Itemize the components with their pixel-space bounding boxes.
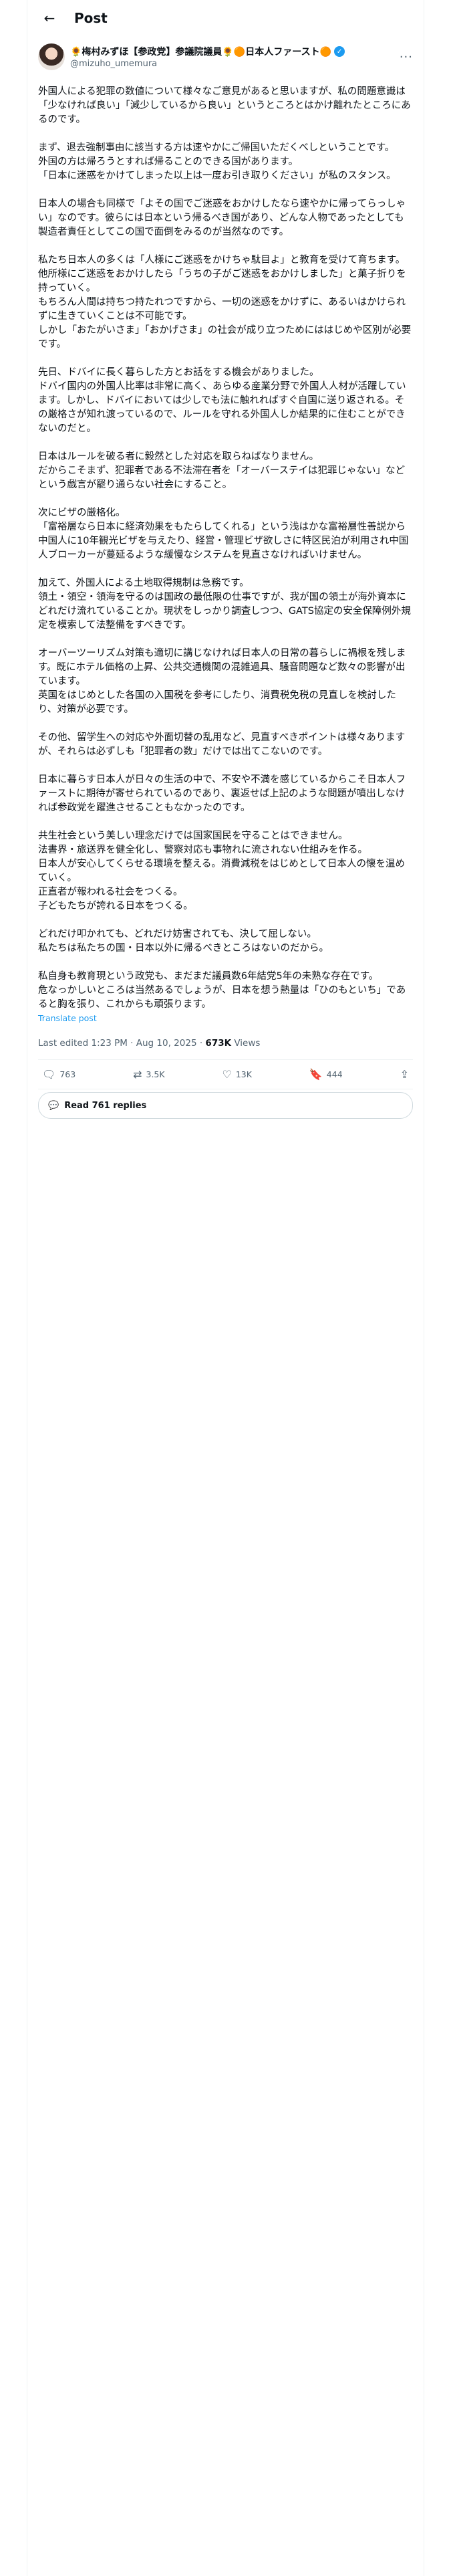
reply-icon: 🗨 bbox=[42, 1068, 56, 1081]
bookmark-count: 444 bbox=[326, 1069, 343, 1079]
bookmark-button[interactable]: 🔖 444 bbox=[309, 1068, 343, 1081]
post-text: 外国人による犯罪の数値について様々なご意見があると思いますが、私の問題意識は「少… bbox=[38, 86, 412, 1010]
post-timestamp[interactable]: Last edited 1:23 PM · Aug 10, 2025 · bbox=[38, 1038, 205, 1049]
repost-icon: ⇄ bbox=[133, 1068, 142, 1081]
verified-badge-icon: ✓ bbox=[334, 46, 345, 57]
read-replies-button[interactable]: 💬 Read 761 replies bbox=[38, 1092, 413, 1119]
page-title: Post bbox=[74, 9, 108, 26]
like-button[interactable]: ♡ 13K bbox=[222, 1068, 252, 1081]
top-bar: ← Post bbox=[27, 0, 424, 35]
display-name-row: 🌻梅村みずほ【参政党】参議院議員🌻🟠日本人ファースト🟠 ✓ bbox=[70, 45, 400, 58]
author-display-name[interactable]: 🌻梅村みずほ【参政党】参議院議員🌻🟠日本人ファースト🟠 bbox=[70, 45, 331, 58]
reply-count: 763 bbox=[59, 1069, 76, 1079]
repost-button[interactable]: ⇄ 3.5K bbox=[133, 1068, 164, 1081]
translate-post-link[interactable]: Translate post bbox=[27, 1012, 424, 1023]
reply-button[interactable]: 🗨 763 bbox=[42, 1068, 76, 1081]
author-row: 🌻梅村みずほ【参政党】参議院議員🌻🟠日本人ファースト🟠 ✓ @mizuho_um… bbox=[27, 35, 424, 76]
heart-icon: ♡ bbox=[222, 1068, 232, 1081]
back-button[interactable]: ← bbox=[38, 7, 61, 29]
avatar[interactable] bbox=[38, 43, 65, 70]
post-metadata: Last edited 1:23 PM · Aug 10, 2025 · 673… bbox=[27, 1023, 424, 1059]
views-label: Views bbox=[231, 1038, 261, 1049]
read-replies-label: Read 761 replies bbox=[64, 1100, 147, 1111]
more-options-icon[interactable]: ··· bbox=[400, 50, 413, 64]
like-count: 13K bbox=[235, 1069, 252, 1079]
share-button[interactable]: ⇪ bbox=[400, 1068, 409, 1081]
author-handle[interactable]: @mizuho_umemura bbox=[70, 59, 400, 69]
author-names: 🌻梅村みずほ【参政党】参議院議員🌻🟠日本人ファースト🟠 ✓ @mizuho_um… bbox=[70, 45, 400, 69]
speech-bubble-icon: 💬 bbox=[48, 1100, 59, 1111]
bookmark-icon: 🔖 bbox=[309, 1068, 323, 1081]
repost-count: 3.5K bbox=[146, 1069, 165, 1079]
arrow-left-icon: ← bbox=[43, 9, 55, 26]
views-count: 673K bbox=[205, 1038, 232, 1049]
action-bar: 🗨 763 ⇄ 3.5K ♡ 13K 🔖 444 ⇪ bbox=[27, 1060, 424, 1089]
share-icon: ⇪ bbox=[400, 1068, 409, 1081]
post-column: ← Post 🌻梅村みずほ【参政党】参議院議員🌻🟠日本人ファースト🟠 ✓ @mi… bbox=[27, 0, 424, 2576]
